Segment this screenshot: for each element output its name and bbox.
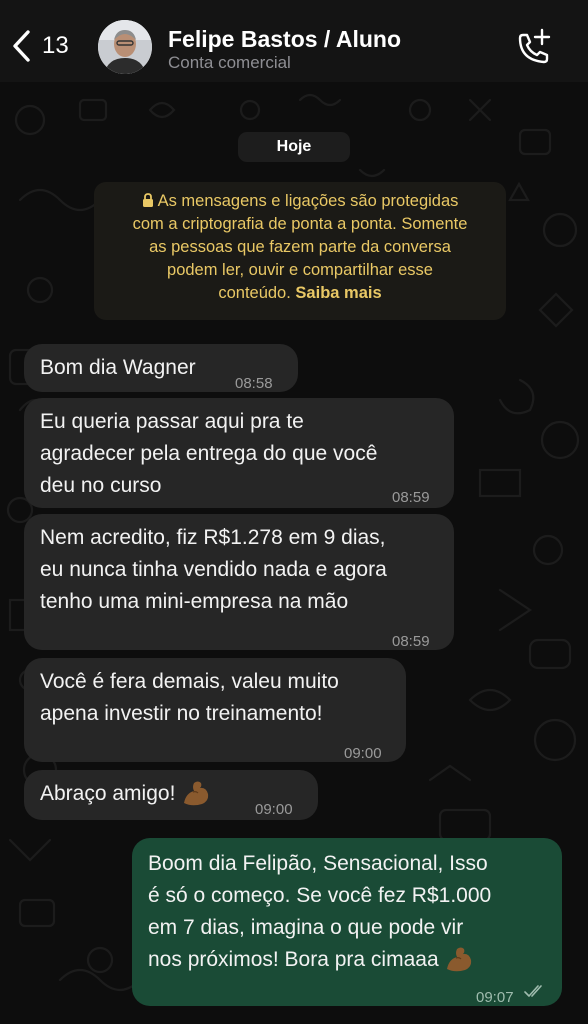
message-bubble-incoming[interactable]: Eu queria passar aqui pra te agradecer p… [24, 398, 454, 508]
date-separator: Hoje [238, 132, 350, 162]
flexed-biceps-emoji-icon [447, 947, 472, 972]
message-text: Nem acredito, fiz R$1.278 em 9 dias, eu … [40, 526, 387, 613]
message-bubble-incoming[interactable]: Nem acredito, fiz R$1.278 em 9 dias, eu … [24, 514, 454, 650]
chat-screen: 13 Felipe Bastos / Aluno Conta comercial… [0, 0, 588, 1024]
message-text: Bom dia Wagner [40, 356, 196, 379]
learn-more-link[interactable]: Saiba mais [295, 284, 381, 302]
notice-line-2: com a criptografia de ponta a ponta. Som… [132, 215, 468, 233]
message-time: 09:00 [344, 745, 382, 762]
profile-photo [98, 20, 152, 74]
message-bubble-incoming[interactable]: Abraço amigo! 09:00 [24, 770, 318, 820]
message-text: Boom dia Felipão, Sensacional, Isso é só… [148, 848, 491, 976]
notice-line-4: podem ler, ouvir e compartilhar esse [167, 261, 433, 279]
unread-count: 13 [42, 32, 69, 59]
message-text: Você é fera demais, valeu muito apena in… [40, 670, 339, 725]
message-time: 09:07 [476, 989, 514, 1006]
contact-name[interactable]: Felipe Bastos / Aluno [168, 26, 401, 53]
message-bubble-outgoing[interactable]: Boom dia Felipão, Sensacional, Isso é só… [132, 838, 562, 1006]
message-text: Eu queria passar aqui pra te agradecer p… [40, 410, 378, 497]
add-call-button[interactable] [512, 28, 552, 68]
message-time: 08:58 [235, 375, 273, 392]
chat-header: 13 Felipe Bastos / Aluno Conta comercial [0, 0, 588, 82]
message-list[interactable]: Hoje As mensagens e ligações são protegi… [0, 82, 588, 1024]
message-time: 09:00 [255, 801, 293, 818]
avatar[interactable] [98, 20, 152, 74]
read-receipt-icon [524, 985, 542, 997]
flexed-biceps-emoji-icon [184, 781, 209, 806]
notice-line-3: as pessoas que fazem parte da conversa [149, 238, 451, 256]
message-bubble-incoming[interactable]: Bom dia Wagner 08:58 [24, 344, 298, 392]
encryption-notice[interactable]: As mensagens e ligações são protegidas c… [94, 182, 506, 320]
notice-line-1: As mensagens e ligações são protegidas [104, 190, 496, 213]
chevron-left-icon [13, 30, 30, 62]
contact-subtitle: Conta comercial [168, 53, 291, 72]
add-call-icon [518, 28, 551, 64]
notice-line-5: conteúdo. Saiba mais [218, 284, 382, 302]
lock-icon [142, 193, 153, 207]
message-text: Abraço amigo! [40, 778, 211, 810]
message-time: 08:59 [392, 633, 430, 650]
message-bubble-incoming[interactable]: Você é fera demais, valeu muito apena in… [24, 658, 406, 762]
back-button[interactable]: 13 [10, 28, 69, 64]
message-time: 08:59 [392, 489, 430, 506]
